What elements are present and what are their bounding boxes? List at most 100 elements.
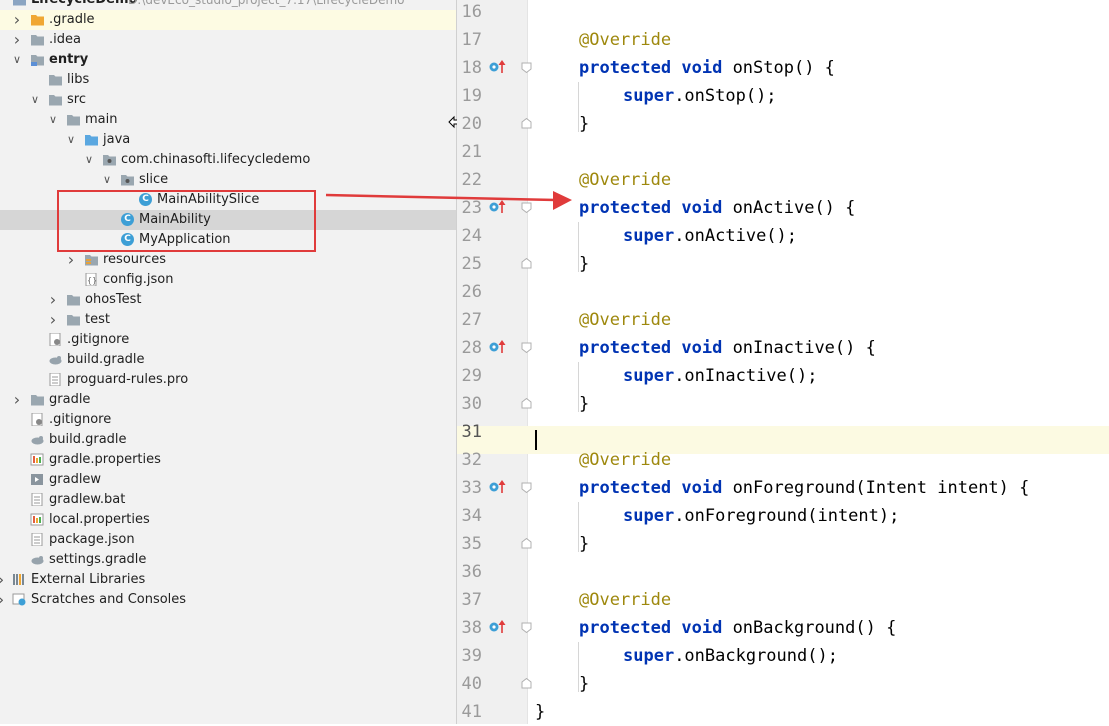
chevron-down-icon[interactable]: ∨ <box>30 93 40 107</box>
tree-item-gradlewbat[interactable]: gradlew.bat <box>0 490 456 510</box>
chevron-down-icon[interactable]: ∨ <box>12 53 22 67</box>
override-method-icon[interactable] <box>488 480 508 494</box>
fold-marker-icon[interactable] <box>521 258 532 269</box>
code-line[interactable]: } <box>535 670 1109 698</box>
tree-item-java[interactable]: ∨ java <box>0 130 456 150</box>
code-line[interactable]: super.onStop(); <box>535 82 1109 110</box>
chevron-right-icon[interactable]: › <box>0 592 6 608</box>
chevron-right-icon[interactable]: › <box>0 572 6 588</box>
chevron-right-icon[interactable]: › <box>48 292 58 308</box>
code-line[interactable]: } <box>535 530 1109 558</box>
chevron-right-icon[interactable]: › <box>48 312 58 328</box>
tree-item-proguard[interactable]: proguard-rules.pro <box>0 370 456 390</box>
tree-item-settingsgradle[interactable]: settings.gradle <box>0 550 456 570</box>
code-line[interactable] <box>535 418 1109 446</box>
tree-item-myapplication[interactable]: C MyApplication <box>0 230 456 250</box>
tree-item-externallibs[interactable]: › External Libraries <box>0 570 456 590</box>
code-line[interactable]: } <box>535 110 1109 138</box>
fold-marker-icon[interactable] <box>521 538 532 549</box>
code-line[interactable] <box>535 0 1109 26</box>
code-line[interactable]: protected void onActive() { <box>535 194 1109 222</box>
override-method-icon[interactable] <box>488 620 508 634</box>
tree-item-configjson[interactable]: {} config.json <box>0 270 456 290</box>
override-method-icon[interactable] <box>488 340 508 354</box>
code-line[interactable]: protected void onStop() { <box>535 54 1109 82</box>
override-method-icon[interactable] <box>488 60 508 74</box>
keyword-token: protected <box>579 58 672 78</box>
package-icon <box>102 153 117 166</box>
chevron-right-icon[interactable]: › <box>12 32 22 48</box>
tree-root-row[interactable]: LifecycleDemo D:\devEco_studio_project_7… <box>0 0 456 10</box>
code-line[interactable] <box>535 138 1109 166</box>
fold-marker-icon[interactable] <box>521 118 532 129</box>
code-line[interactable]: protected void onInactive() { <box>535 334 1109 362</box>
tree-item-idea[interactable]: › .idea <box>0 30 456 50</box>
chevron-down-icon[interactable]: ∨ <box>84 153 94 167</box>
fold-marker-icon[interactable] <box>521 342 532 353</box>
chevron-right-icon[interactable]: › <box>12 392 22 408</box>
chevron-down-icon[interactable]: ∨ <box>48 113 58 127</box>
tree-item-package[interactable]: ∨ com.chinasofti.lifecycledemo <box>0 150 456 170</box>
tree-item-slice[interactable]: ∨ slice <box>0 170 456 190</box>
code-line[interactable]: protected void onForeground(Intent inten… <box>535 474 1109 502</box>
code-line[interactable]: @Override <box>535 26 1109 54</box>
code-line[interactable] <box>535 278 1109 306</box>
chevron-down-icon[interactable]: ∨ <box>102 173 112 187</box>
tree-item-scratches[interactable]: › Scratches and Consoles <box>0 590 456 610</box>
tree-item-mainability[interactable]: C MainAbility <box>0 210 456 230</box>
tree-item-localproperties[interactable]: local.properties <box>0 510 456 530</box>
folder-icon <box>48 93 63 106</box>
code-line[interactable]: @Override <box>535 166 1109 194</box>
line-number: 31 <box>461 422 482 442</box>
tree-item-entry[interactable]: ∨ entry <box>0 50 456 70</box>
fold-marker-icon[interactable] <box>521 678 532 689</box>
tree-item-gradle-hidden[interactable]: › .gradle <box>0 10 456 30</box>
fold-marker-icon[interactable] <box>521 202 532 213</box>
code-line[interactable]: } <box>535 698 1109 726</box>
code-line[interactable]: @Override <box>535 586 1109 614</box>
code-line[interactable]: super.onInactive(); <box>535 362 1109 390</box>
tree-item-gitignore[interactable]: .gitignore <box>0 410 456 430</box>
tree-item-mainabilityslice[interactable]: C MainAbilitySlice <box>0 190 456 210</box>
code-line[interactable]: } <box>535 390 1109 418</box>
tree-item-ohostest[interactable]: › ohosTest <box>0 290 456 310</box>
tree-item-resources[interactable]: › resources <box>0 250 456 270</box>
code-line[interactable]: protected void onBackground() { <box>535 614 1109 642</box>
override-method-icon[interactable] <box>488 200 508 214</box>
tree-item-label: gradle.properties <box>49 452 161 467</box>
line-number: 36 <box>461 562 482 582</box>
tree-item-packagejson[interactable]: package.json <box>0 530 456 550</box>
chevron-down-icon[interactable]: ∨ <box>66 133 76 147</box>
tree-item-buildgradle[interactable]: build.gradle <box>0 430 456 450</box>
tree-item-main[interactable]: ∨ main <box>0 110 456 130</box>
code-line[interactable]: super.onBackground(); <box>535 642 1109 670</box>
source-folder-icon <box>84 133 99 146</box>
tree-item-entry-buildgradle[interactable]: build.gradle <box>0 350 456 370</box>
code-line[interactable]: } <box>535 250 1109 278</box>
fold-marker-icon[interactable] <box>521 622 532 633</box>
fold-marker-icon[interactable] <box>521 62 532 73</box>
keyword-token: void <box>681 198 723 218</box>
tree-item-libs[interactable]: libs <box>0 70 456 90</box>
fold-marker-icon[interactable] <box>521 398 532 409</box>
code-token: } <box>579 254 590 274</box>
chevron-right-icon[interactable]: › <box>66 252 76 268</box>
tree-item-test[interactable]: › test <box>0 310 456 330</box>
tree-item-gradleproperties[interactable]: gradle.properties <box>0 450 456 470</box>
chevron-right-icon[interactable]: › <box>12 12 22 28</box>
tree-item-label: libs <box>67 72 90 87</box>
fold-marker-icon[interactable] <box>521 482 532 493</box>
tree-item-label: main <box>85 112 118 127</box>
folder-icon <box>30 393 45 406</box>
tree-item-gradle[interactable]: › gradle <box>0 390 456 410</box>
code-line[interactable]: super.onForeground(intent); <box>535 502 1109 530</box>
code-line[interactable] <box>535 558 1109 586</box>
line-number: 19 <box>461 86 482 106</box>
tree-item-src[interactable]: ∨ src <box>0 90 456 110</box>
code-line[interactable]: @Override <box>535 306 1109 334</box>
code-line[interactable]: super.onActive(); <box>535 222 1109 250</box>
code-line[interactable]: @Override <box>535 446 1109 474</box>
tree-item-entry-gitignore[interactable]: .gitignore <box>0 330 456 350</box>
tree-item-label: package.json <box>49 532 135 547</box>
tree-item-gradlew[interactable]: gradlew <box>0 470 456 490</box>
